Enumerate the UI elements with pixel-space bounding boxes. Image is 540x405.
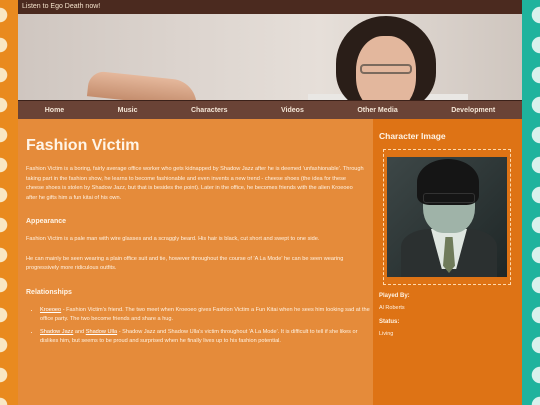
nav-item-development[interactable]: Development <box>451 107 495 114</box>
status-value: Living <box>379 331 394 337</box>
appearance-heading: Appearance <box>26 218 67 225</box>
portrait-frame <box>383 149 511 285</box>
content-area: Fashion Victim Fashion Victim is a borin… <box>18 119 522 405</box>
top-bar: Listen to Ego Death now! <box>18 0 522 14</box>
intro-paragraph: Fashion Victim is a boring, fairly avera… <box>26 166 364 201</box>
header-banner <box>18 14 522 100</box>
played-by-label: Played By: <box>379 293 410 299</box>
status-label: Status: <box>379 319 400 325</box>
nav-item-other-media[interactable]: Other Media <box>357 107 397 114</box>
character-portrait <box>387 157 507 277</box>
page-title: Fashion Victim <box>26 137 140 154</box>
appearance-paragraph-2: He can mainly be seen wearing a plain of… <box>26 255 344 272</box>
main-nav: Home Music Characters Videos Other Media… <box>18 100 522 119</box>
relationships-heading: Relationships <box>26 288 72 296</box>
shadow-jazz-link[interactable]: Shadow Jazz <box>40 329 73 335</box>
shadow-ulla-link[interactable]: Shadow Ulla <box>86 329 117 335</box>
main-column: Fashion Victim Fashion Victim is a borin… <box>18 119 373 405</box>
nav-item-characters[interactable]: Characters <box>191 107 228 114</box>
right-decorative-border <box>522 0 540 405</box>
played-by-value: Al Roberts <box>379 305 405 311</box>
left-decorative-border <box>0 0 18 405</box>
banner-glasses <box>360 64 412 74</box>
nav-item-music[interactable]: Music <box>118 107 138 114</box>
relationship-joiner: and <box>73 328 86 335</box>
relationships-list: Kroeoeo - Fashion Victim's friend. The t… <box>26 306 373 347</box>
list-item: Shadow Jazz and Shadow Ulla - Shadow Jaz… <box>40 328 373 347</box>
listen-link[interactable]: Listen to Ego Death now! <box>22 3 100 10</box>
nav-item-home[interactable]: Home <box>45 107 64 114</box>
character-image-heading: Character Image <box>379 131 446 141</box>
sidebar: Character Image Played By: Al Roberts St… <box>373 119 522 405</box>
list-item: Kroeoeo - Fashion Victim's friend. The t… <box>40 306 373 325</box>
relationship-text: - Fashion Victim's friend. The two meet … <box>40 306 370 323</box>
banner-arm <box>86 70 200 100</box>
kroeoeo-link[interactable]: Kroeoeo <box>40 307 61 313</box>
page-container: Listen to Ego Death now! Home Music Char… <box>18 0 522 405</box>
nav-item-videos[interactable]: Videos <box>281 107 304 114</box>
appearance-paragraph-1: Fashion Victim is a pale man with wire g… <box>26 236 320 242</box>
